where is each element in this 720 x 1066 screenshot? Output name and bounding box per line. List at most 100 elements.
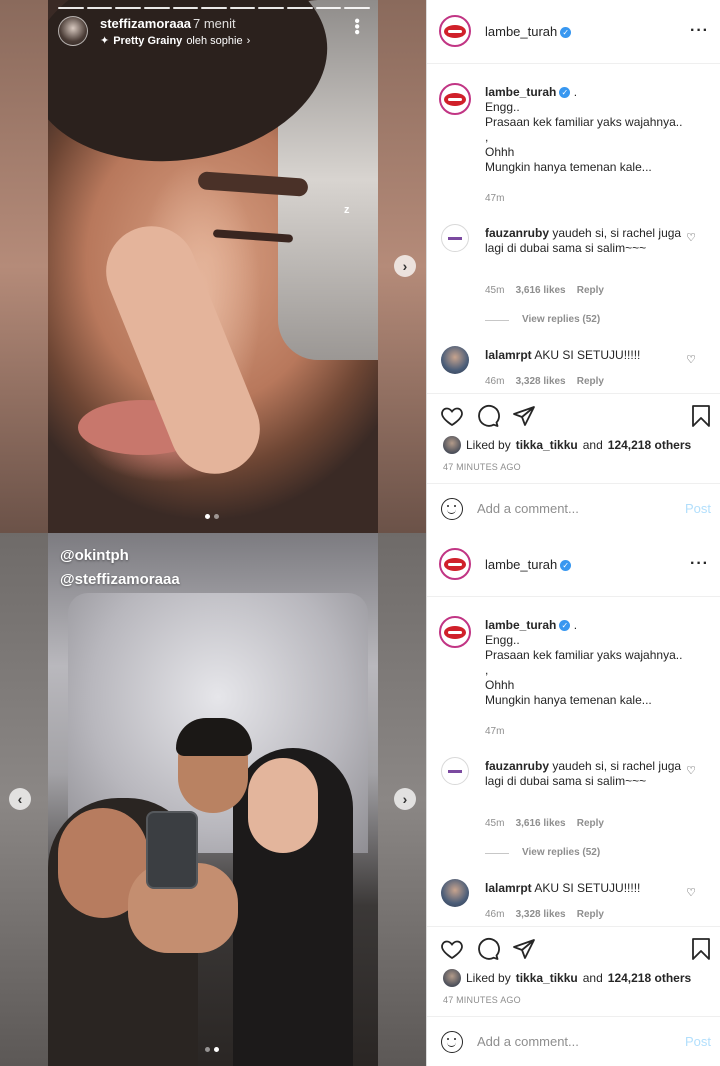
comment-box: Add a comment... Post: [427, 483, 720, 533]
comment-username[interactable]: lalamrpt: [485, 348, 532, 362]
comment-avatar[interactable]: [441, 757, 469, 785]
post-button[interactable]: Post: [685, 501, 711, 516]
heart-icon[interactable]: ♡: [686, 764, 696, 777]
comment-username[interactable]: lalamrpt: [485, 881, 532, 895]
heart-icon[interactable]: ♡: [686, 231, 696, 244]
lips-logo-icon: [444, 557, 466, 571]
caption-username[interactable]: lambe_turah: [485, 85, 556, 99]
filter-by: oleh sophie: [186, 34, 243, 47]
caption-time: 47m: [485, 726, 505, 737]
verified-badge-icon: ✓: [560, 560, 572, 572]
verified-badge-icon: ✓: [559, 620, 571, 632]
post-header: lambe_turah ✓ ···: [427, 0, 720, 64]
more-icon[interactable]: ···: [690, 22, 709, 40]
liked-by: Liked by tikka_tikku and 124,218 others: [443, 969, 691, 987]
comment-meta: 45m 3,616 likes Reply: [485, 818, 604, 829]
reply-button[interactable]: Reply: [577, 818, 604, 829]
post-panel-1: steffizamoraaa 7 menit ✦ Pretty Grainy o…: [0, 0, 720, 533]
caption-avatar[interactable]: [439, 616, 471, 648]
post-header: lambe_turah ✓ ···: [427, 533, 720, 597]
story-filter[interactable]: ✦ Pretty Grainy oleh sophie ›: [100, 34, 251, 48]
comment-text: lalamrpt AKU SI SETUJU!!!!!: [485, 881, 641, 895]
heart-icon[interactable]: ♡: [686, 353, 696, 366]
liked-by: Liked by tikka_tikku and 124,218 others: [443, 436, 691, 454]
more-icon[interactable]: •••: [348, 18, 365, 35]
bookmark-icon[interactable]: [689, 404, 713, 428]
post-sidebar: lambe_turah ✓ ··· lambe_turah ✓ . Engg.. P…: [426, 533, 720, 1066]
comment-meta: 46m 3,328 likes Reply: [485, 376, 604, 387]
story-mention[interactable]: @okintph: [60, 547, 129, 564]
story-photo: [48, 533, 378, 1066]
post-timestamp: 47 MINUTES AGO: [443, 462, 521, 472]
photo-phone: [146, 811, 198, 889]
prev-story-button[interactable]: ‹: [9, 788, 31, 810]
post-caption: lambe_turah ✓ . Engg.. Prasaan kek famili…: [485, 85, 683, 174]
next-story-button[interactable]: ›: [394, 788, 416, 810]
chevron-left-icon: ‹: [17, 791, 23, 807]
story-viewer: steffizamoraaa 7 menit ✦ Pretty Grainy o…: [0, 0, 426, 533]
account-avatar[interactable]: [439, 548, 471, 580]
send-icon[interactable]: [512, 404, 536, 428]
liker-avatar[interactable]: [443, 969, 461, 987]
comment-avatar[interactable]: [441, 346, 469, 374]
caption-avatar[interactable]: [439, 83, 471, 115]
view-replies-button[interactable]: View replies (52): [522, 314, 600, 325]
comment-box: Add a comment... Post: [427, 1016, 720, 1066]
heart-icon[interactable]: [440, 937, 464, 961]
chevron-right-icon: ›: [246, 34, 251, 47]
comment-text: fauzanruby yaudeh si, si rachel juga lag…: [485, 226, 682, 255]
heart-icon[interactable]: [440, 404, 464, 428]
comment-icon[interactable]: [476, 937, 500, 961]
story-backdrop-left: [0, 0, 48, 533]
send-icon[interactable]: [512, 937, 536, 961]
more-icon[interactable]: ···: [690, 555, 709, 573]
emoji-icon[interactable]: [441, 498, 463, 520]
reply-button[interactable]: Reply: [577, 376, 604, 387]
lips-logo-icon: [444, 24, 466, 38]
comment-username[interactable]: fauzanruby: [485, 226, 549, 240]
photo-hair: [176, 718, 252, 756]
caption-time: 47m: [485, 193, 505, 204]
story-avatar[interactable]: [58, 16, 88, 46]
story-username[interactable]: steffizamoraaa: [100, 16, 191, 31]
reply-button[interactable]: Reply: [577, 285, 604, 296]
emoji-icon[interactable]: [441, 1031, 463, 1053]
account-name[interactable]: lambe_turah ✓: [485, 557, 572, 572]
story-viewer: @okintph @steffizamoraaa ‹ ›: [0, 533, 426, 1066]
story-mention[interactable]: @steffizamoraaa: [60, 571, 180, 588]
chevron-right-icon: ›: [402, 258, 408, 274]
story-progress: [58, 7, 371, 9]
lips-logo-icon: [444, 92, 466, 106]
reply-button[interactable]: Reply: [577, 909, 604, 920]
comment-avatar[interactable]: [441, 879, 469, 907]
next-story-button[interactable]: ›: [394, 255, 416, 277]
filter-name: Pretty Grainy: [113, 34, 183, 47]
heart-icon[interactable]: ♡: [686, 886, 696, 899]
likes-count[interactable]: 124,218 others: [608, 438, 691, 452]
likes-count[interactable]: 124,218 others: [608, 971, 691, 985]
post-timestamp: 47 MINUTES AGO: [443, 995, 521, 1005]
comment-meta: 45m 3,616 likes Reply: [485, 285, 604, 296]
comment-input[interactable]: Add a comment...: [477, 501, 579, 516]
liker-username[interactable]: tikka_tikku: [516, 438, 578, 452]
account-avatar[interactable]: [439, 15, 471, 47]
liker-avatar[interactable]: [443, 436, 461, 454]
liker-username[interactable]: tikka_tikku: [516, 971, 578, 985]
comment-icon[interactable]: [476, 404, 500, 428]
caption-username[interactable]: lambe_turah: [485, 618, 556, 632]
bookmark-icon[interactable]: [689, 937, 713, 961]
carousel-dots: [205, 1047, 219, 1052]
comment-meta: 46m 3,328 likes Reply: [485, 909, 604, 920]
replies-divider: [485, 320, 509, 321]
comment-avatar[interactable]: [441, 224, 469, 252]
comment-text: lalamrpt AKU SI SETUJU!!!!!: [485, 348, 641, 362]
comment-username[interactable]: fauzanruby: [485, 759, 549, 773]
post-button[interactable]: Post: [685, 1034, 711, 1049]
view-replies-button[interactable]: View replies (52): [522, 847, 600, 858]
replies-divider: [485, 853, 509, 854]
account-name[interactable]: lambe_turah ✓: [485, 24, 572, 39]
story-header: steffizamoraaa 7 menit ✦ Pretty Grainy o…: [56, 14, 374, 50]
comment-input[interactable]: Add a comment...: [477, 1034, 579, 1049]
post-sidebar: lambe_turah ✓ ··· lambe_turah ✓ . Engg.. P…: [426, 0, 720, 533]
story-time: 7 menit: [193, 16, 236, 31]
